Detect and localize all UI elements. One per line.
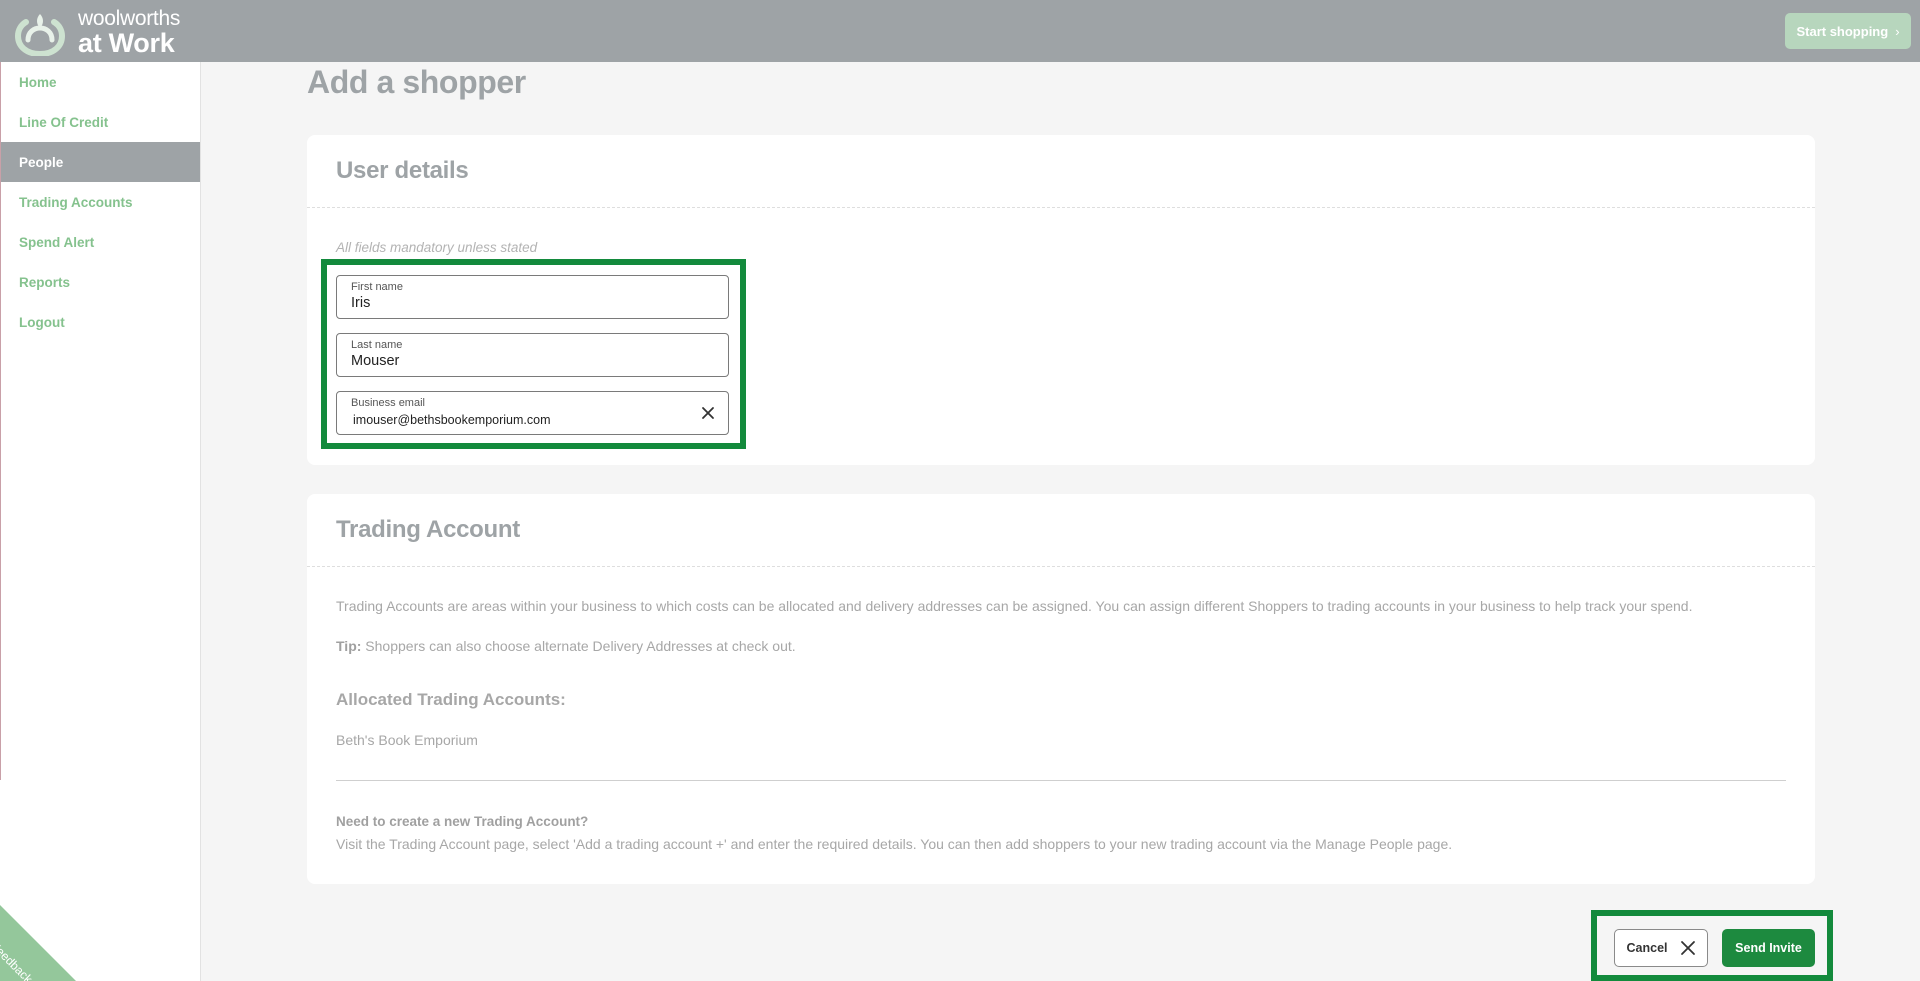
first-name-field[interactable]: First name Iris xyxy=(336,275,729,319)
send-invite-button[interactable]: Send Invite xyxy=(1722,929,1815,967)
close-icon xyxy=(1680,941,1695,955)
close-icon[interactable] xyxy=(698,403,718,423)
sidebar-item-label: Spend Alert xyxy=(19,234,95,250)
mandatory-hint: All fields mandatory unless stated xyxy=(336,240,538,255)
accounts-divider xyxy=(336,780,1786,781)
start-shopping-label: Start shopping xyxy=(1796,23,1889,39)
first-name-value[interactable]: Iris xyxy=(351,295,370,311)
card-divider xyxy=(307,207,1815,208)
send-invite-label: Send Invite xyxy=(1735,941,1802,955)
last-name-field[interactable]: Last name Mouser xyxy=(336,333,729,377)
page-title: Add a shopper xyxy=(307,64,526,100)
sidebar-item-trading-accounts[interactable]: Trading Accounts xyxy=(0,182,200,222)
new-account-heading: Need to create a new Trading Account? xyxy=(336,814,589,829)
sidebar-item-label: Reports xyxy=(19,274,71,290)
sidebar-item-label: Trading Accounts xyxy=(19,194,133,210)
sidebar-edge-line xyxy=(0,62,1,780)
sidebar: Home Line Of Credit People Trading Accou… xyxy=(0,62,201,981)
woolworths-logo[interactable]: woolworths at Work xyxy=(14,8,180,57)
start-shopping-button[interactable]: Start shopping › xyxy=(1785,13,1911,49)
sidebar-item-line-of-credit[interactable]: Line Of Credit xyxy=(0,102,200,142)
business-email-value[interactable]: imouser@bethsbookemporium.com xyxy=(353,413,551,427)
sidebar-item-label: Home xyxy=(19,74,57,90)
allocated-accounts-title: Allocated Trading Accounts: xyxy=(336,690,566,709)
logo-text-woolworths: woolworths xyxy=(78,7,181,30)
last-name-label: Last name xyxy=(351,339,403,351)
last-name-value[interactable]: Mouser xyxy=(351,353,399,369)
logo-text-at-work: at Work xyxy=(78,28,175,58)
new-account-text: Visit the Trading Account page, select '… xyxy=(336,836,1453,852)
sidebar-item-logout[interactable]: Logout xyxy=(0,302,200,342)
tip-body: Shoppers can also choose alternate Deliv… xyxy=(361,638,796,654)
sidebar-item-label: Line Of Credit xyxy=(19,114,109,130)
feedback-tab[interactable]: Feedback xyxy=(0,905,76,981)
top-header: woolworths at Work Start shopping › xyxy=(0,0,1920,62)
business-email-label: Business email xyxy=(351,397,425,409)
cancel-button[interactable]: Cancel xyxy=(1614,929,1708,967)
woolworths-logo-icon xyxy=(14,13,66,56)
sidebar-item-label: People xyxy=(19,154,64,170)
sidebar-item-reports[interactable]: Reports xyxy=(0,262,200,302)
sidebar-item-label: Logout xyxy=(19,314,65,330)
sidebar-item-spend-alert[interactable]: Spend Alert xyxy=(0,222,200,262)
allocated-account-item: Beth's Book Emporium xyxy=(336,732,478,748)
card-divider xyxy=(307,566,1815,567)
sidebar-item-people[interactable]: People xyxy=(0,142,200,182)
chevron-right-icon: › xyxy=(1895,23,1900,39)
sidebar-item-home[interactable]: Home xyxy=(0,62,200,102)
trading-account-title: Trading Account xyxy=(336,516,520,543)
first-name-label: First name xyxy=(351,281,403,293)
user-details-title: User details xyxy=(336,157,469,184)
trading-account-description: Trading Accounts are areas within your b… xyxy=(336,598,1693,614)
tip-label: Tip: xyxy=(336,638,362,654)
tip-text: Tip: Shoppers can also choose alternate … xyxy=(336,638,796,654)
cancel-label: Cancel xyxy=(1626,941,1668,955)
business-email-field[interactable]: Business email imouser@bethsbookemporium… xyxy=(336,391,729,435)
